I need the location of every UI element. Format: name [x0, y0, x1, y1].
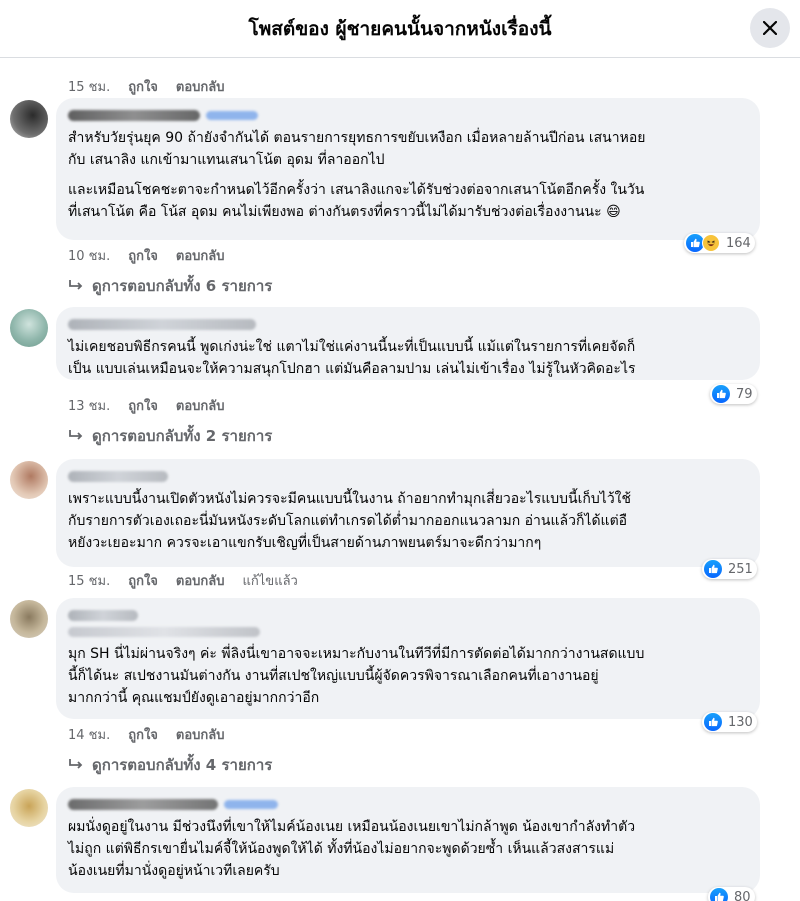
comment-bubble: สำหรับวัยรุ่นยุค 90 ถ้ายังจำกันได้ ตอนรา…	[56, 98, 760, 240]
reply-arrow-icon	[69, 430, 83, 440]
like-link[interactable]: ถูกใจ	[128, 724, 158, 745]
reaction-count: 130	[728, 714, 753, 730]
author-name-blurred[interactable]	[68, 467, 748, 485]
reaction-count: 251	[728, 561, 753, 577]
avatar[interactable]	[10, 100, 48, 138]
comment-time: 10 ชม.	[68, 249, 111, 264]
view-replies-button[interactable]: ดูการตอบกลับทั้ง 2 รายการ	[68, 424, 272, 448]
like-link[interactable]: ถูกใจ	[128, 76, 158, 97]
view-replies-label: ดูการตอบกลับทั้ง 4 รายการ	[92, 756, 273, 774]
haha-icon	[702, 234, 720, 252]
reply-link[interactable]: ตอบกลับ	[176, 395, 225, 416]
close-button[interactable]	[750, 8, 790, 48]
comment-text: เพราะแบบนี้งานเปิดตัวหนังไม่ควรจะมีคนแบบ…	[68, 491, 632, 551]
reaction-summary[interactable]: 164	[684, 233, 755, 253]
reaction-summary[interactable]: 80	[708, 887, 755, 901]
dialog-header: โพสต์ของ ผู้ชายคนนั้นจากหนังเรื่องนี้	[0, 0, 800, 58]
comment-meta: 10 ชม. ถูกใจ ตอบกลับ	[68, 245, 225, 266]
like-link[interactable]: ถูกใจ	[128, 570, 158, 591]
comment-meta: 14 ชม. ถูกใจ ตอบกลับ	[68, 724, 225, 745]
comment-bubble: มุก SH นี่ไม่ผ่านจริงๆ ค่ะ พี่ลิงนี่เขาอ…	[56, 598, 760, 719]
comment-meta: 13 ชม. ถูกใจ ตอบกลับ	[68, 395, 225, 416]
comment-text: มุก SH นี่ไม่ผ่านจริงๆ ค่ะ พี่ลิงนี่เขาอ…	[68, 646, 645, 706]
comment-time: 15 ชม.	[68, 80, 111, 95]
comment-meta: 15 ชม. ถูกใจ ตอบกลับ แก้ไขแล้ว	[68, 570, 298, 591]
reaction-count: 79	[736, 386, 753, 402]
author-name-blurred[interactable]	[68, 106, 748, 124]
reply-link[interactable]: ตอบกลับ	[176, 76, 225, 97]
avatar[interactable]	[10, 789, 48, 827]
reply-link[interactable]: ตอบกลับ	[176, 724, 225, 745]
reaction-summary[interactable]: 79	[710, 384, 757, 404]
like-icon	[704, 713, 722, 731]
comment-time: 14 ชม.	[68, 728, 111, 743]
author-name-blurred[interactable]	[68, 795, 748, 813]
reaction-count: 80	[734, 889, 751, 901]
view-replies-label: ดูการตอบกลับทั้ง 2 รายการ	[92, 427, 273, 445]
partial-comment-meta: 15 ชม. ถูกใจ ตอบกลับ	[68, 76, 225, 97]
comment-text: และเหมือนโชคชะตาจะกำหนดไว้อีกครั้งว่า เส…	[68, 182, 645, 220]
edited-label: แก้ไขแล้ว	[242, 574, 298, 589]
comment-text: ไม่เคยชอบพิธีกรคนนี้ พูดเก่งน่ะใช่ แตาไม…	[68, 339, 636, 377]
like-link[interactable]: ถูกใจ	[128, 395, 158, 416]
author-name-blurred[interactable]	[68, 606, 748, 624]
avatar[interactable]	[10, 461, 48, 499]
like-link[interactable]: ถูกใจ	[128, 245, 158, 266]
comment-time: 15 ชม.	[68, 574, 111, 589]
comment-bubble: ไม่เคยชอบพิธีกรคนนี้ พูดเก่งน่ะใช่ แตาไม…	[56, 307, 760, 380]
like-icon	[712, 385, 730, 403]
avatar[interactable]	[10, 309, 48, 347]
reaction-summary[interactable]: 130	[702, 712, 757, 732]
comment-bubble: ผมนั่งดูอยู่ในงาน มีช่วงนึงที่เขาให้ไมค์…	[56, 787, 760, 893]
reply-link[interactable]: ตอบกลับ	[176, 245, 225, 266]
comment-bubble: เพราะแบบนี้งานเปิดตัวหนังไม่ควรจะมีคนแบบ…	[56, 459, 760, 567]
avatar[interactable]	[10, 600, 48, 638]
close-icon	[763, 21, 777, 35]
reply-arrow-icon	[69, 759, 83, 769]
dialog-title: โพสต์ของ ผู้ชายคนนั้นจากหนังเรื่องนี้	[248, 17, 552, 40]
reply-arrow-icon	[69, 280, 83, 290]
comment-text: สำหรับวัยรุ่นยุค 90 ถ้ายังจำกันได้ ตอนรา…	[68, 130, 646, 168]
view-replies-button[interactable]: ดูการตอบกลับทั้ง 4 รายการ	[68, 753, 272, 777]
view-replies-label: ดูการตอบกลับทั้ง 6 รายการ	[92, 277, 273, 295]
reaction-summary[interactable]: 251	[702, 559, 757, 579]
like-icon	[704, 560, 722, 578]
view-replies-button[interactable]: ดูการตอบกลับทั้ง 6 รายการ	[68, 274, 272, 298]
comment-time: 13 ชม.	[68, 399, 111, 414]
like-icon	[710, 888, 728, 901]
reply-link[interactable]: ตอบกลับ	[176, 570, 225, 591]
reaction-count: 164	[726, 235, 751, 251]
comment-text: ผมนั่งดูอยู่ในงาน มีช่วงนึงที่เขาให้ไมค์…	[68, 819, 636, 879]
author-name-blurred[interactable]	[68, 315, 748, 333]
